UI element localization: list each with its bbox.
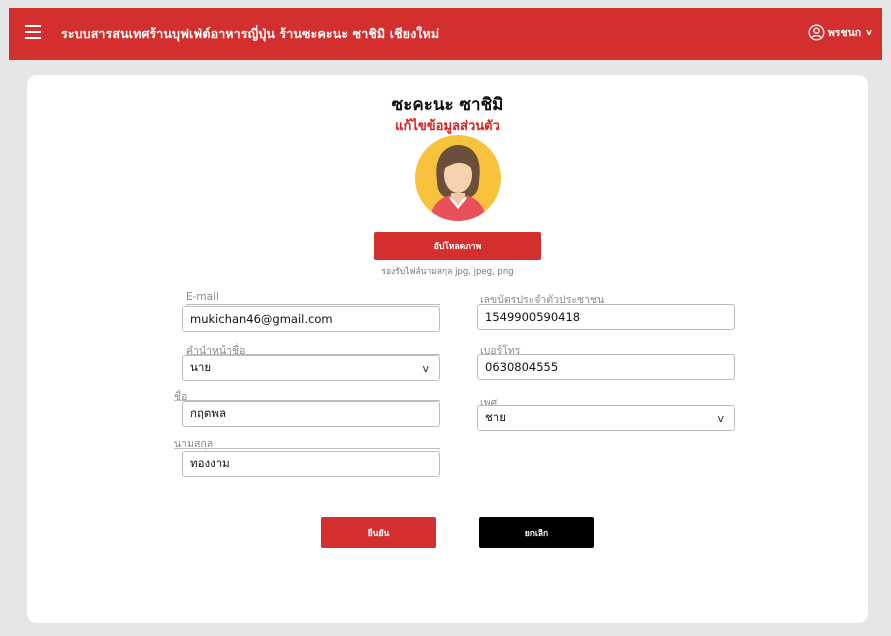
email-label: E-mail	[186, 291, 219, 303]
female-avatar-icon	[415, 135, 501, 221]
title-prefix-value: นาย	[190, 360, 212, 374]
hamburger-menu-icon[interactable]	[25, 25, 41, 39]
id-card-field[interactable]: 1549900590418	[477, 304, 735, 330]
cancel-button[interactable]: ยกเลิก	[479, 517, 594, 548]
user-name: พรชนก	[827, 27, 862, 39]
page-subtitle: แก้ไขข้อมูลส่วนตัว	[395, 119, 500, 134]
upload-hint: รองรับไฟล์นามสกุล jpg, jpeg, png	[381, 267, 514, 277]
email-underline	[186, 304, 440, 305]
gender-value: ชาย	[485, 410, 507, 424]
chevron-down-icon: v	[422, 361, 429, 375]
phone-field[interactable]: 0630804555	[477, 354, 735, 380]
last-name-label: นามสกุล	[174, 438, 214, 450]
profile-card: ซะคะนะ ซาชิมิ แก้ไขข้อมูลส่วนตัว อัปโหลด…	[27, 75, 868, 623]
app-title: ระบบสารสนเทศร้านบุฟเฟ่ต์อาหารญี่ปุ่น ร้า…	[61, 26, 440, 41]
user-menu[interactable]: พรชนก v	[808, 24, 872, 41]
first-name-field[interactable]: กฤตพล	[182, 401, 440, 427]
chevron-down-icon: v	[866, 27, 872, 38]
title-prefix-select[interactable]: นาย v	[182, 355, 440, 381]
top-navbar: ระบบสารสนเทศร้านบุฟเฟ่ต์อาหารญี่ปุ่น ร้า…	[9, 8, 882, 60]
gender-select[interactable]: ชาย v	[477, 405, 735, 431]
last-name-underline	[174, 448, 440, 449]
last-name-field[interactable]: ทองงาม	[182, 451, 440, 477]
email-field[interactable]: mukichan46@gmail.com	[182, 306, 440, 332]
confirm-button[interactable]: ยืนยัน	[321, 517, 436, 548]
shop-name: ซะคะนะ ซาชิมิ	[391, 95, 504, 115]
upload-photo-button[interactable]: อัปโหลดภาพ	[374, 232, 541, 260]
user-circle-icon	[808, 24, 825, 41]
chevron-down-icon: v	[717, 411, 724, 425]
